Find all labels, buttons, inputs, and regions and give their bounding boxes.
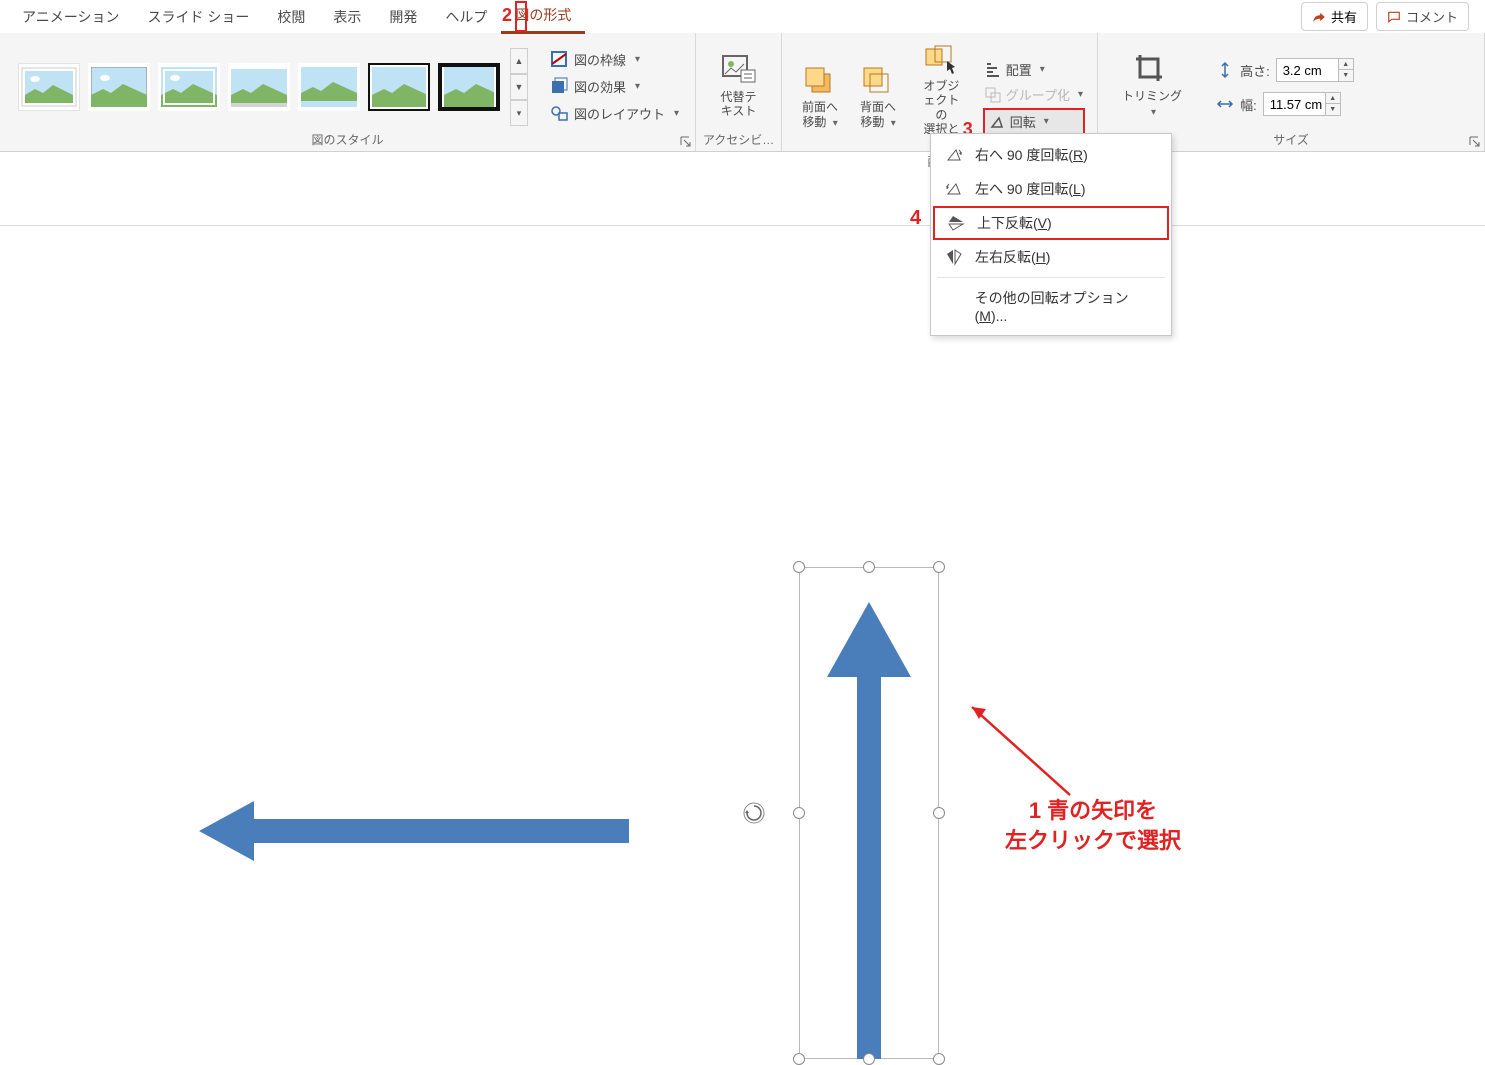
alt-text-icon <box>721 54 757 86</box>
picture-effects-button[interactable]: 図の効果▾ <box>550 77 679 96</box>
group-picture-styles: ▲ ▼ ▾ 図の枠線▾ 図の効果▾ 図のレイアウト▾ <box>0 33 696 151</box>
style-thumb-5[interactable] <box>298 63 360 111</box>
alt-text-button[interactable]: 代替テ キスト <box>711 48 767 119</box>
width-spin-up[interactable]: ▲ <box>1325 93 1340 104</box>
rotate-left-icon <box>945 180 963 198</box>
annotation-text: 1 青の矢印を左クリックで選択 <box>1005 796 1181 855</box>
flip-vertical[interactable]: 上下反転(V) <box>933 206 1169 240</box>
height-icon <box>1216 61 1234 79</box>
group-accessibility: 代替テ キスト アクセシビ… <box>696 33 782 151</box>
tab-help[interactable]: ヘルプ <box>431 1 501 33</box>
group-icon <box>985 87 1001 103</box>
align-icon <box>985 62 1001 78</box>
chevron-down-icon: ▾ <box>635 54 640 65</box>
selection-pane-icon <box>923 43 959 75</box>
style-thumb-2[interactable] <box>88 63 150 111</box>
height-spin-up[interactable]: ▲ <box>1338 59 1353 70</box>
style-thumb-7[interactable] <box>438 63 500 111</box>
picture-layout-button[interactable]: 図のレイアウト▾ <box>550 104 679 123</box>
tab-slideshow[interactable]: スライド ショー <box>133 1 263 33</box>
ribbon: ▲ ▼ ▾ 図の枠線▾ 図の効果▾ 図のレイアウト▾ <box>0 33 1485 152</box>
tab-picture-format[interactable]: 図の形式 <box>501 0 585 34</box>
chevron-down-icon: ▾ <box>674 108 679 119</box>
callout-2: 2 <box>502 5 512 26</box>
resize-handle-mr[interactable] <box>933 807 945 819</box>
resize-handle-br[interactable] <box>933 1053 945 1065</box>
gallery-down[interactable]: ▼ <box>510 74 528 100</box>
height-label: 高さ: <box>1240 61 1270 80</box>
comment-button[interactable]: コメント <box>1376 2 1469 31</box>
tab-view[interactable]: 表示 <box>319 1 375 33</box>
slide-edge <box>0 225 1485 226</box>
dialog-launcher-icon[interactable] <box>1469 136 1480 147</box>
width-spin-down[interactable]: ▼ <box>1325 104 1340 115</box>
crop-icon <box>1134 53 1170 85</box>
resize-handle-ml[interactable] <box>793 807 805 819</box>
resize-handle-tr[interactable] <box>933 561 945 573</box>
annotation-arrow-icon <box>960 695 1080 805</box>
share-button[interactable]: 共有 <box>1301 2 1368 31</box>
resize-handle-tm[interactable] <box>863 561 875 573</box>
send-backward-icon <box>860 64 896 96</box>
comment-label: コメント <box>1406 7 1458 26</box>
rotation-handle[interactable] <box>743 802 765 824</box>
group-label-styles: 図のスタイル <box>0 129 695 151</box>
bring-forward-icon <box>802 64 838 96</box>
selected-shape-bbox[interactable] <box>799 567 939 1059</box>
bring-forward-button[interactable]: 前面へ 移動 ▾ <box>792 58 848 129</box>
horizontal-blue-arrow[interactable] <box>199 801 629 861</box>
callout-2-box <box>515 1 527 32</box>
resize-handle-bl[interactable] <box>793 1053 805 1065</box>
rotate-button[interactable]: 回転▾ <box>983 108 1085 135</box>
tab-review[interactable]: 校閲 <box>263 1 319 33</box>
width-icon <box>1216 95 1234 113</box>
flip-vertical-icon <box>947 214 965 232</box>
tab-developer[interactable]: 開発 <box>375 1 431 33</box>
ribbon-tabs: アニメーション スライド ショー 校閲 表示 開発 ヘルプ 図の形式 共有 コメ… <box>0 0 1485 33</box>
width-label: 幅: <box>1240 95 1257 114</box>
gallery-more[interactable]: ▾ <box>510 100 528 126</box>
rotate-menu: 右へ 90 度回転(R) 左へ 90 度回転(L) 上下反転(V) 左右反転(H… <box>930 133 1172 336</box>
style-thumb-3[interactable] <box>158 63 220 111</box>
chevron-down-icon: ▾ <box>635 81 640 92</box>
align-button[interactable]: 配置▾ <box>985 60 1083 79</box>
height-spin-down[interactable]: ▼ <box>1338 70 1353 81</box>
tab-animation[interactable]: アニメーション <box>8 1 133 33</box>
more-rotation-options[interactable]: その他の回転オプション(M)... <box>931 281 1171 331</box>
flip-horizontal[interactable]: 左右反転(H) <box>931 240 1171 274</box>
style-gallery: ▲ ▼ ▾ <box>6 40 534 126</box>
picture-border-button[interactable]: 図の枠線▾ <box>550 50 679 69</box>
vertical-blue-arrow[interactable] <box>799 567 939 1059</box>
style-thumb-6[interactable] <box>368 63 430 111</box>
gallery-up[interactable]: ▲ <box>510 48 528 74</box>
share-label: 共有 <box>1331 7 1357 26</box>
rotate-left-90[interactable]: 左へ 90 度回転(L) <box>931 172 1171 206</box>
style-thumb-4[interactable] <box>228 63 290 111</box>
rotate-right-icon <box>945 146 963 164</box>
style-thumb-1[interactable] <box>18 63 80 111</box>
resize-handle-tl[interactable] <box>793 561 805 573</box>
crop-button[interactable]: トリミング▾ <box>1112 47 1192 118</box>
menu-separator <box>937 277 1165 278</box>
rotate-icon <box>989 114 1005 130</box>
group-label-accessibility: アクセシビ… <box>696 129 781 151</box>
group-objects-button: グループ化▾ <box>985 85 1083 104</box>
send-backward-button[interactable]: 背面へ 移動 ▾ <box>850 58 906 129</box>
dialog-launcher-icon[interactable] <box>680 136 691 147</box>
rotate-right-90[interactable]: 右へ 90 度回転(R) <box>931 138 1171 172</box>
resize-handle-bm[interactable] <box>863 1053 875 1065</box>
callout-4: 4 <box>910 207 921 230</box>
flip-horizontal-icon <box>945 248 963 266</box>
slide-canvas[interactable]: 1 青の矢印を左クリックで選択 <box>0 195 1485 1010</box>
